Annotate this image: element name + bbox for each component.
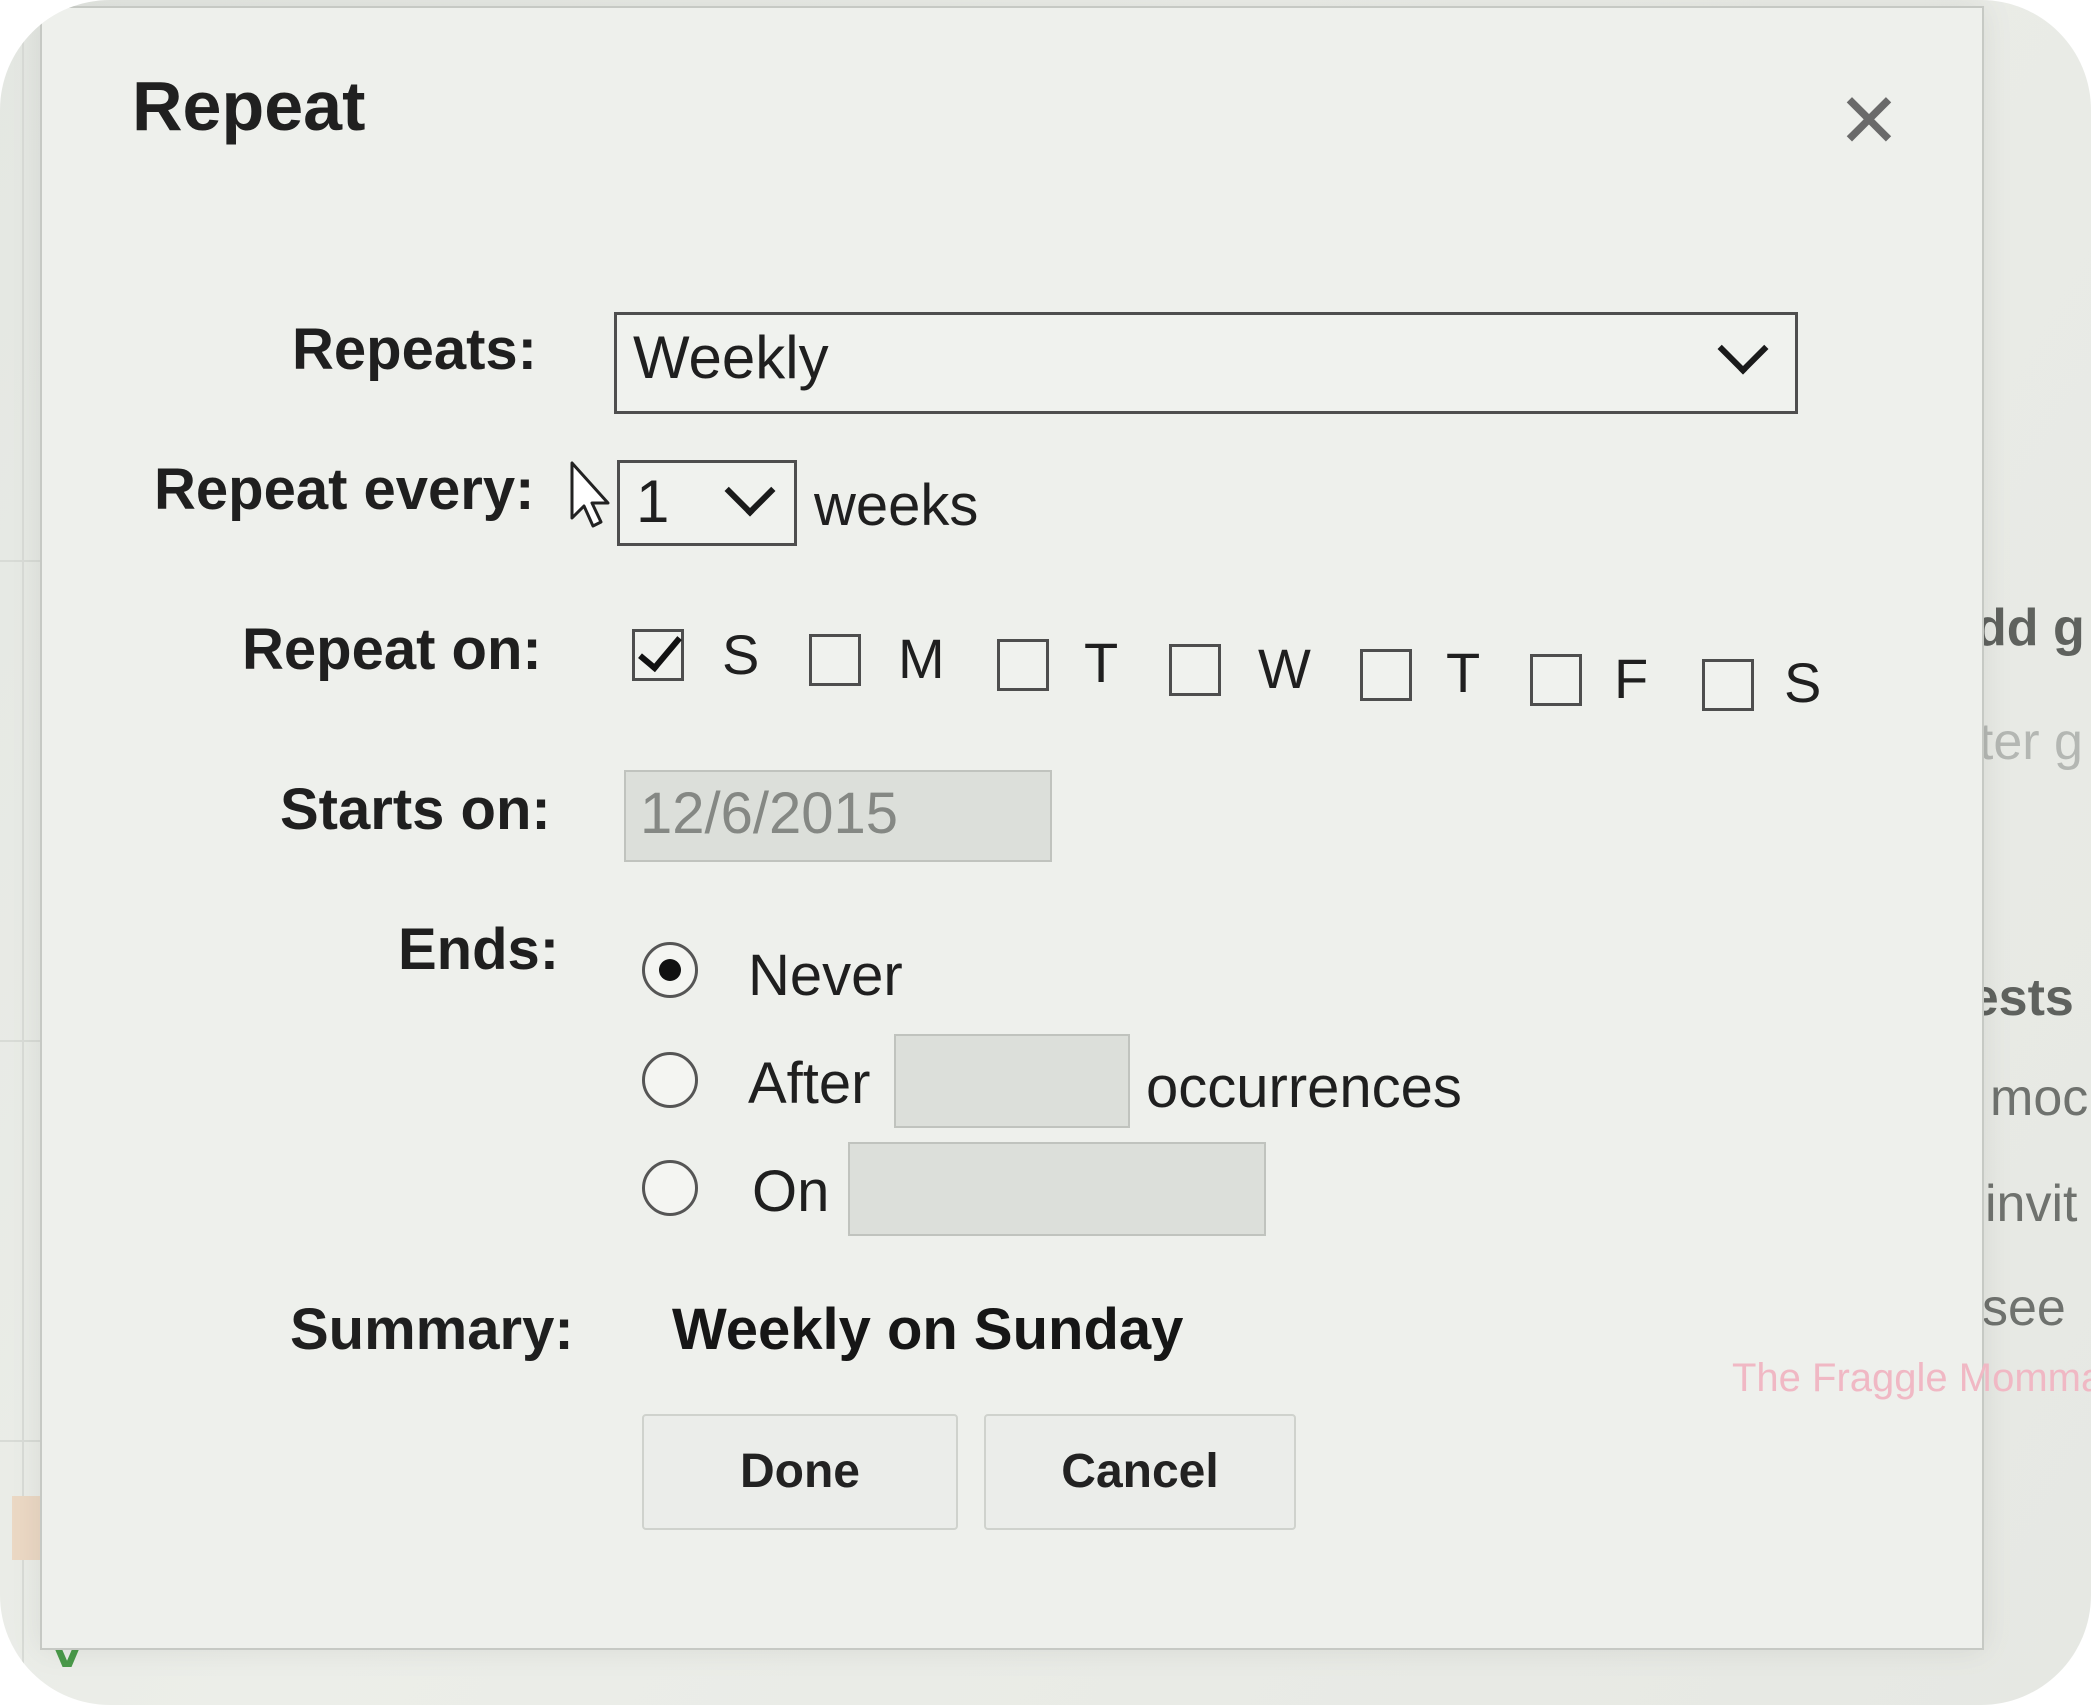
repeat-on-label: Repeat on: xyxy=(242,617,542,682)
ends-after-suffix: occurrences xyxy=(1146,1055,1462,1120)
chevron-down-icon xyxy=(724,465,776,517)
starts-on-label: Starts on: xyxy=(280,777,551,842)
watermark: The Fraggle Momma xyxy=(1732,1356,2091,1400)
background-option-modify: moc xyxy=(1990,1069,2089,1127)
weekday-label: T xyxy=(1084,631,1119,694)
weekday-checkbox[interactable] xyxy=(997,639,1049,691)
cancel-button[interactable]: Cancel xyxy=(984,1414,1296,1530)
weekday-checkbox[interactable] xyxy=(1702,659,1754,711)
weekday-checkbox[interactable] xyxy=(1360,649,1412,701)
weekday-label: F xyxy=(1614,647,1649,710)
ends-on-radio[interactable] xyxy=(642,1160,698,1216)
starts-on-value: 12/6/2015 xyxy=(640,781,899,846)
weekday-label: T xyxy=(1446,641,1481,704)
close-icon[interactable]: ✕ xyxy=(1837,84,1901,160)
ends-never-radio[interactable] xyxy=(642,942,698,998)
weekday-checkbox[interactable] xyxy=(1169,644,1221,696)
repeat-dialog: Repeat ✕ Repeats: Weekly Repeat every: 1… xyxy=(40,6,1984,1650)
weekday-label: W xyxy=(1258,637,1311,700)
background-option-see: see xyxy=(1982,1279,2066,1337)
photo-frame: ∨ dd g nter g uests moc invit see Repeat… xyxy=(0,0,2091,1705)
weekday-checkbox[interactable] xyxy=(1530,654,1582,706)
ends-label: Ends: xyxy=(398,917,560,982)
ends-after-radio[interactable] xyxy=(642,1052,698,1108)
ends-never-label: Never xyxy=(748,943,903,1008)
summary-value: Weekly on Sunday xyxy=(672,1297,1184,1362)
background-option-invite: invit xyxy=(1985,1175,2078,1233)
repeats-label: Repeats: xyxy=(292,317,537,382)
weekday-label: M xyxy=(898,627,945,690)
background-add-guests: dd g xyxy=(1975,599,2085,657)
background-grid-line xyxy=(22,0,24,1705)
done-button[interactable]: Done xyxy=(642,1414,958,1530)
mouse-cursor-icon xyxy=(570,461,610,528)
repeats-select-value: Weekly xyxy=(633,324,829,391)
background-grid-line xyxy=(0,1440,40,1442)
summary-label: Summary: xyxy=(290,1297,574,1362)
starts-on-input[interactable]: 12/6/2015 xyxy=(624,770,1052,862)
weekday-label: S xyxy=(722,623,760,686)
ends-on-label: On xyxy=(752,1159,830,1224)
repeats-select[interactable]: Weekly xyxy=(614,312,1798,414)
background-grid-line xyxy=(0,1040,40,1042)
repeat-every-label: Repeat every: xyxy=(154,457,535,522)
background-grid-line xyxy=(0,560,40,562)
weekday-checkbox[interactable] xyxy=(632,629,684,681)
ends-after-occurrences-input[interactable] xyxy=(894,1034,1130,1128)
weekday-checkbox[interactable] xyxy=(809,634,861,686)
weekday-label: S xyxy=(1784,651,1822,714)
repeat-every-unit: weeks xyxy=(814,473,979,538)
repeat-every-value: 1 xyxy=(636,468,670,535)
dialog-title: Repeat xyxy=(132,67,366,145)
repeat-every-select[interactable]: 1 xyxy=(617,460,797,546)
ends-on-date-input[interactable] xyxy=(848,1142,1266,1236)
ends-after-label: After xyxy=(748,1051,871,1116)
chevron-down-icon xyxy=(1717,323,1769,375)
